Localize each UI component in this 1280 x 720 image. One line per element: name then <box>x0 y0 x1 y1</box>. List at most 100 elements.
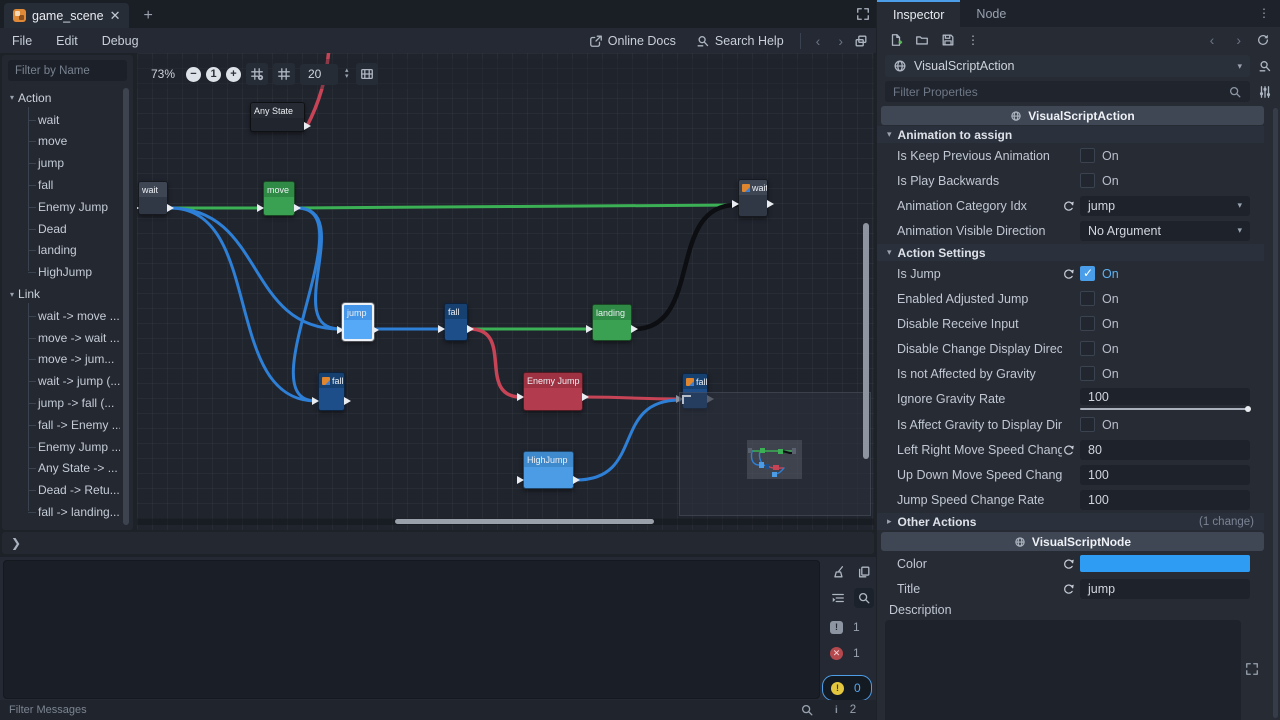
checkbox[interactable] <box>1080 417 1095 432</box>
search-output-button[interactable] <box>854 588 874 608</box>
value-field[interactable]: 100 <box>1080 465 1250 485</box>
sidebar-item-enemy-jump-[interactable]: Enemy Jump ... <box>2 436 120 458</box>
input-port[interactable] <box>517 393 524 401</box>
online-docs-button[interactable]: Online Docs <box>581 34 684 48</box>
menu-edit[interactable]: Edit <box>44 34 90 48</box>
tree-parent-action[interactable]: ▾Action <box>2 87 120 109</box>
sidebar-item-fall[interactable]: fall <box>2 174 120 196</box>
checkbox[interactable] <box>1080 173 1095 188</box>
graph-minimap[interactable] <box>679 392 871 516</box>
graph-node-highjump[interactable]: HighJump <box>523 451 574 489</box>
snap-distance-field[interactable]: 20 <box>300 64 338 85</box>
sidebar-item-any-state-[interactable]: Any State -> ... <box>2 458 120 480</box>
tab-inspector[interactable]: Inspector <box>877 0 960 27</box>
property-tools-icon[interactable] <box>1258 85 1272 99</box>
filter-by-name-input[interactable]: Filter by Name <box>8 60 127 81</box>
sidebar-item-jump-fall-[interactable]: jump -> fall (... <box>2 392 120 414</box>
sidebar-item-enemy-jump[interactable]: Enemy Jump <box>2 196 120 218</box>
input-port[interactable] <box>312 397 319 405</box>
section-animation-to-assign[interactable]: ▾Animation to assign <box>877 126 1264 143</box>
search-help-button[interactable]: Search Help <box>688 34 792 48</box>
output-port[interactable] <box>167 204 174 212</box>
sidebar-item-move-jum-[interactable]: move -> jum... <box>2 349 120 371</box>
menu-debug[interactable]: Debug <box>90 34 151 48</box>
output-console[interactable] <box>3 560 820 699</box>
expand-textarea-icon[interactable] <box>1245 662 1259 676</box>
tree-parent-link[interactable]: ▾Link <box>2 283 120 305</box>
output-port[interactable] <box>582 393 589 401</box>
sidebar-item-move[interactable]: move <box>2 131 120 153</box>
snap-settings-button[interactable] <box>246 63 268 85</box>
sidebar-item-fall-landing-[interactable]: fall -> landing... <box>2 501 120 523</box>
revert-icon[interactable] <box>1062 443 1080 456</box>
load-resource-icon[interactable] <box>915 33 929 47</box>
section-action-settings[interactable]: ▾Action Settings <box>877 244 1264 261</box>
sidebar-item-move-wait-[interactable]: move -> wait ... <box>2 327 120 349</box>
clear-output-button[interactable] <box>828 562 848 582</box>
input-port[interactable] <box>586 325 593 333</box>
zoom-out-button[interactable]: − <box>186 67 201 82</box>
checkbox[interactable] <box>1080 341 1095 356</box>
input-port[interactable] <box>438 325 445 333</box>
graph-node-enemy-jump[interactable]: Enemy Jump <box>523 372 583 411</box>
input-port[interactable] <box>337 326 344 334</box>
revert-icon[interactable] <box>1062 267 1080 280</box>
expand-bottom-panel-icon[interactable] <box>856 7 870 21</box>
value-field[interactable]: 80 <box>1080 440 1250 460</box>
edited-resource-dropdown[interactable]: VisualScriptAction ▾ <box>885 55 1250 77</box>
sidebar-item-landing[interactable]: landing <box>2 240 120 262</box>
history-forward-button[interactable]: › <box>831 33 850 49</box>
state-machine-graph[interactable]: Any StatewaitmovejumpfallfallEnemy Jumpl… <box>137 53 874 530</box>
graph-node-any-state[interactable]: Any State <box>250 102 305 132</box>
value-field[interactable]: 100 <box>1080 388 1250 405</box>
sidebar-item-jump[interactable]: jump <box>2 152 120 174</box>
section-other-actions[interactable]: ▸Other Actions(1 change) <box>877 513 1264 530</box>
graph-node-landing[interactable]: landing <box>592 304 632 341</box>
slider-track[interactable] <box>1080 408 1250 410</box>
value-field[interactable]: jump <box>1080 579 1250 599</box>
inspector-forward-button[interactable]: › <box>1229 32 1248 48</box>
sidebar-item-dead-retu-[interactable]: Dead -> Retu... <box>2 479 120 501</box>
counter-warning[interactable]: !0 <box>822 675 872 701</box>
menu-file[interactable]: File <box>0 34 44 48</box>
sidebar-item-dead[interactable]: Dead <box>2 218 120 240</box>
sidebar-item-wait-move-[interactable]: wait -> move ... <box>2 305 120 327</box>
sidebar-item-wait[interactable]: wait <box>2 109 120 131</box>
inspector-scrollbar[interactable] <box>1273 108 1278 718</box>
graph-node-wait-2[interactable]: wait <box>738 179 768 217</box>
graph-vscroll-thumb[interactable] <box>863 223 869 459</box>
output-port[interactable] <box>372 326 379 334</box>
graph-node-fall-1[interactable]: fall <box>318 372 345 411</box>
tab-node[interactable]: Node <box>960 0 1022 27</box>
open-docs-icon[interactable] <box>1258 59 1272 73</box>
graph-node-move[interactable]: move <box>263 181 295 216</box>
dock-options-icon[interactable]: ⋮ <box>1258 0 1280 27</box>
graph-node-wait-1[interactable]: wait <box>138 181 168 215</box>
value-field[interactable]: 100 <box>1080 490 1250 510</box>
sidebar-scrollbar[interactable] <box>123 88 129 525</box>
revert-icon[interactable] <box>1062 557 1080 570</box>
color-swatch[interactable] <box>1080 555 1250 572</box>
output-port[interactable] <box>467 325 474 333</box>
checkbox[interactable] <box>1080 291 1095 306</box>
tab-close-icon[interactable]: ✕ <box>110 9 121 22</box>
sidebar-item-wait-jump-[interactable]: wait -> jump (... <box>2 370 120 392</box>
new-tab-button[interactable]: + <box>143 7 152 28</box>
dropdown-animation-category-idx[interactable]: jump▾ <box>1080 196 1250 216</box>
graph-hscroll-thumb[interactable] <box>395 519 654 524</box>
graph-node-fall-2[interactable]: fall <box>444 303 468 341</box>
output-port[interactable] <box>304 122 311 130</box>
history-icon[interactable] <box>1256 33 1270 47</box>
input-port[interactable] <box>732 200 739 208</box>
save-resource-icon[interactable] <box>941 33 955 47</box>
sidebar-item-fall-enemy-[interactable]: fall -> Enemy ... <box>2 414 120 436</box>
zoom-in-button[interactable]: + <box>226 67 241 82</box>
minimap-toggle-button[interactable] <box>356 63 378 85</box>
filter-messages-input[interactable]: Filter Messages <box>0 704 87 716</box>
make-floating-icon[interactable] <box>854 34 868 48</box>
snap-toggle-button[interactable] <box>273 63 295 85</box>
collapse-messages-button[interactable] <box>828 588 848 608</box>
copy-output-button[interactable] <box>854 562 874 582</box>
checkbox[interactable] <box>1080 316 1095 331</box>
output-port[interactable] <box>344 397 351 405</box>
